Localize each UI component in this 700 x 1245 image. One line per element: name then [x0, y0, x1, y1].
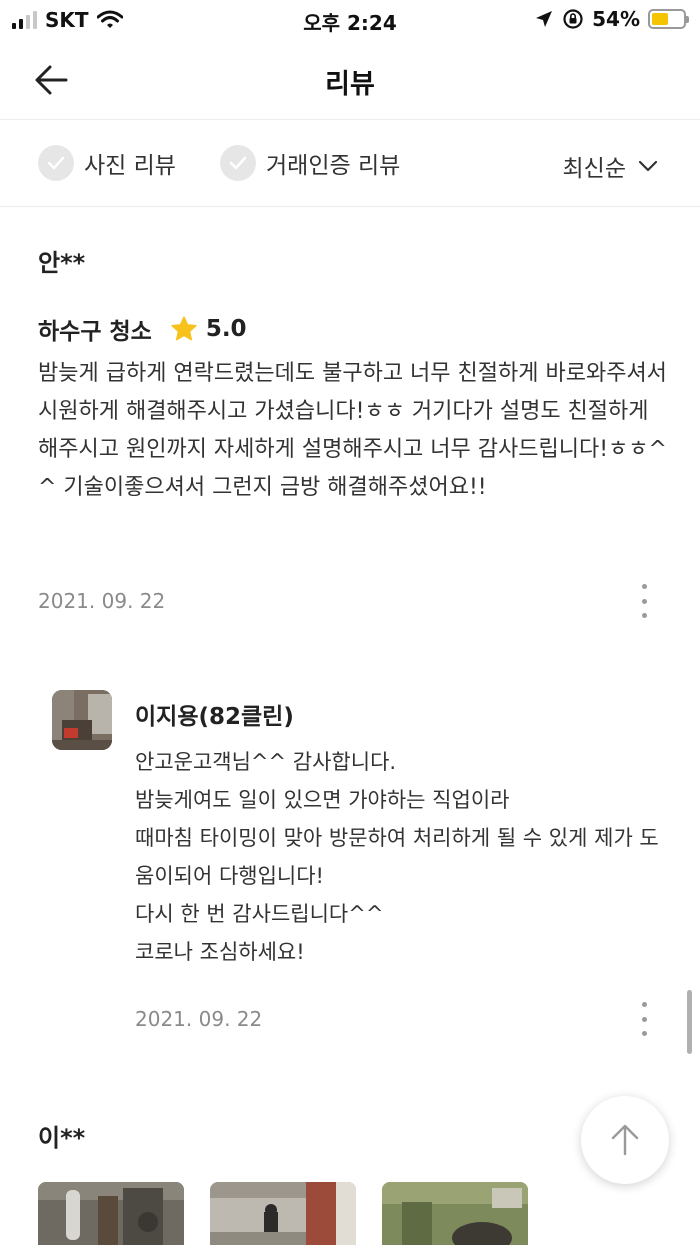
- reviewer-name: 안**: [38, 249, 86, 277]
- page-title: 리뷰: [325, 69, 375, 100]
- arrow-up-icon: [611, 1124, 639, 1156]
- review-photo[interactable]: [38, 1182, 184, 1245]
- rating-value: 5.0: [205, 316, 247, 342]
- review-photo[interactable]: [210, 1182, 356, 1245]
- photo-review-label: 사진 리뷰: [84, 153, 176, 179]
- status-bar: SKT 오후 2:24 54%: [0, 0, 700, 40]
- battery-icon: [648, 9, 689, 29]
- check-icon: [220, 145, 256, 181]
- check-icon: [38, 145, 74, 181]
- review-meta: 하수구 청소 5.0: [38, 312, 247, 346]
- review-text: 밤늦게 급하게 연락드렸는데도 불구하고 너무 친절하게 바로와주셔서 시원하게…: [38, 361, 667, 500]
- location-icon: [536, 11, 553, 27]
- filter-bar: 사진 리뷰 거래인증 리뷰 최신순: [0, 121, 700, 207]
- orientation-lock-icon: [563, 9, 583, 29]
- reply-line: 다시 한 번 감사드립니다^^: [135, 902, 384, 926]
- review-date: 2021. 09. 22: [38, 589, 166, 613]
- reply-line: 밤늦게여도 일이 있으면 가야하는 직업이라: [135, 788, 510, 812]
- verified-review-label: 거래인증 리뷰: [266, 153, 401, 179]
- verified-review-filter[interactable]: 거래인증 리뷰: [220, 145, 400, 181]
- reply-line: 안고운고객님^^ 감사합니다.: [135, 750, 397, 774]
- star-icon: [171, 316, 197, 341]
- scrollbar[interactable]: [687, 990, 692, 1054]
- more-options-icon[interactable]: [639, 584, 649, 618]
- sort-label: 최신순: [562, 156, 626, 182]
- sort-dropdown[interactable]: 최신순: [563, 149, 658, 183]
- more-options-icon[interactable]: [639, 1002, 649, 1036]
- app-header: 리뷰: [0, 40, 700, 120]
- reply-line: 코로나 조심하세요!: [135, 940, 305, 964]
- reviewer-name: 이**: [38, 1124, 86, 1152]
- chevron-down-icon: [638, 160, 658, 172]
- reply-text: 안고운고객님^^ 감사합니다. 밤늦게여도 일이 있으면 가야하는 직업이라 때…: [135, 743, 670, 971]
- battery-percent: 54%: [592, 7, 640, 31]
- scroll-to-top-button[interactable]: [581, 1096, 669, 1184]
- owner-name: 이지용(82클린): [135, 704, 294, 730]
- service-name: 하수구 청소: [38, 319, 152, 345]
- review-photo[interactable]: [382, 1182, 528, 1245]
- photo-review-filter[interactable]: 사진 리뷰: [38, 145, 176, 181]
- reply-line: 때마침 타이밍이 맞아 방문하여 처리하게 될 수 있게 제가 도움이되어 다행…: [135, 826, 659, 888]
- reply-date: 2021. 09. 22: [135, 1007, 263, 1031]
- avatar: [52, 690, 112, 750]
